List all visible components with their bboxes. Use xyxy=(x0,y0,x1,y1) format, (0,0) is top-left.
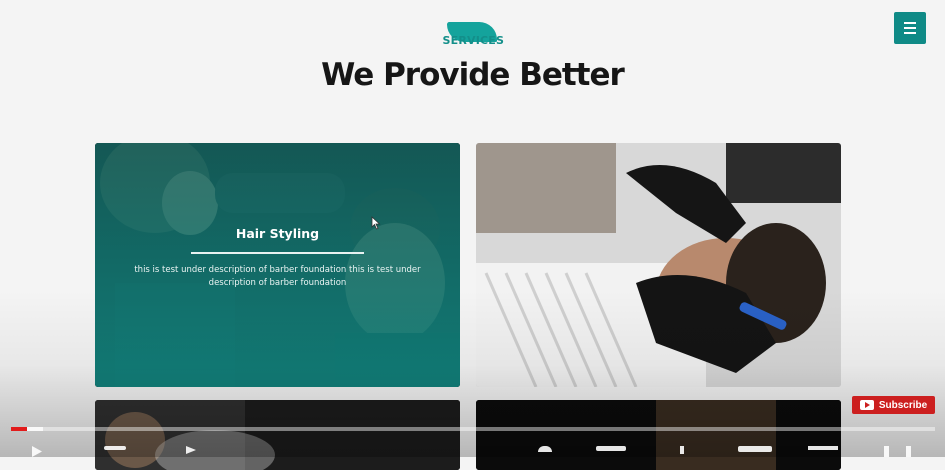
service-title: Hair Styling xyxy=(235,226,320,241)
fullscreen-icon-corner xyxy=(906,446,911,457)
subscribe-label: Subscribe xyxy=(878,399,928,411)
video-progress-bar[interactable] xyxy=(11,427,935,431)
theater-mode-icon[interactable] xyxy=(808,446,838,450)
play-icon[interactable] xyxy=(32,446,42,457)
service-card-hair-styling[interactable]: Hair Styling this is test under descript… xyxy=(95,143,460,387)
service-card-3[interactable] xyxy=(95,400,460,470)
service-photo-4 xyxy=(476,400,841,470)
youtube-logo-icon xyxy=(859,400,874,410)
progress-played xyxy=(11,427,27,431)
page-title: We Provide Better xyxy=(321,57,625,93)
shaving-photo xyxy=(476,143,841,387)
autoplay-toggle-icon[interactable] xyxy=(538,446,552,452)
miniplayer-icon[interactable] xyxy=(738,446,772,452)
pointer-cursor-icon xyxy=(371,216,381,230)
services-badge: SERVICES xyxy=(442,20,505,50)
section-header: SERVICES We Provide Better xyxy=(0,20,945,93)
service-description: this is test under description of barber… xyxy=(134,265,421,288)
fullscreen-icon[interactable] xyxy=(884,446,889,457)
service-card-shaving[interactable] xyxy=(476,143,841,387)
captions-icon[interactable] xyxy=(596,446,626,451)
next-icon[interactable] xyxy=(104,446,126,450)
title-divider xyxy=(191,252,364,254)
settings-icon[interactable] xyxy=(680,446,684,454)
service-photo-3 xyxy=(95,400,460,470)
subscribe-button[interactable]: Subscribe xyxy=(852,396,935,414)
section-tagline: SERVICES xyxy=(442,34,505,47)
service-card-4[interactable] xyxy=(476,400,841,470)
